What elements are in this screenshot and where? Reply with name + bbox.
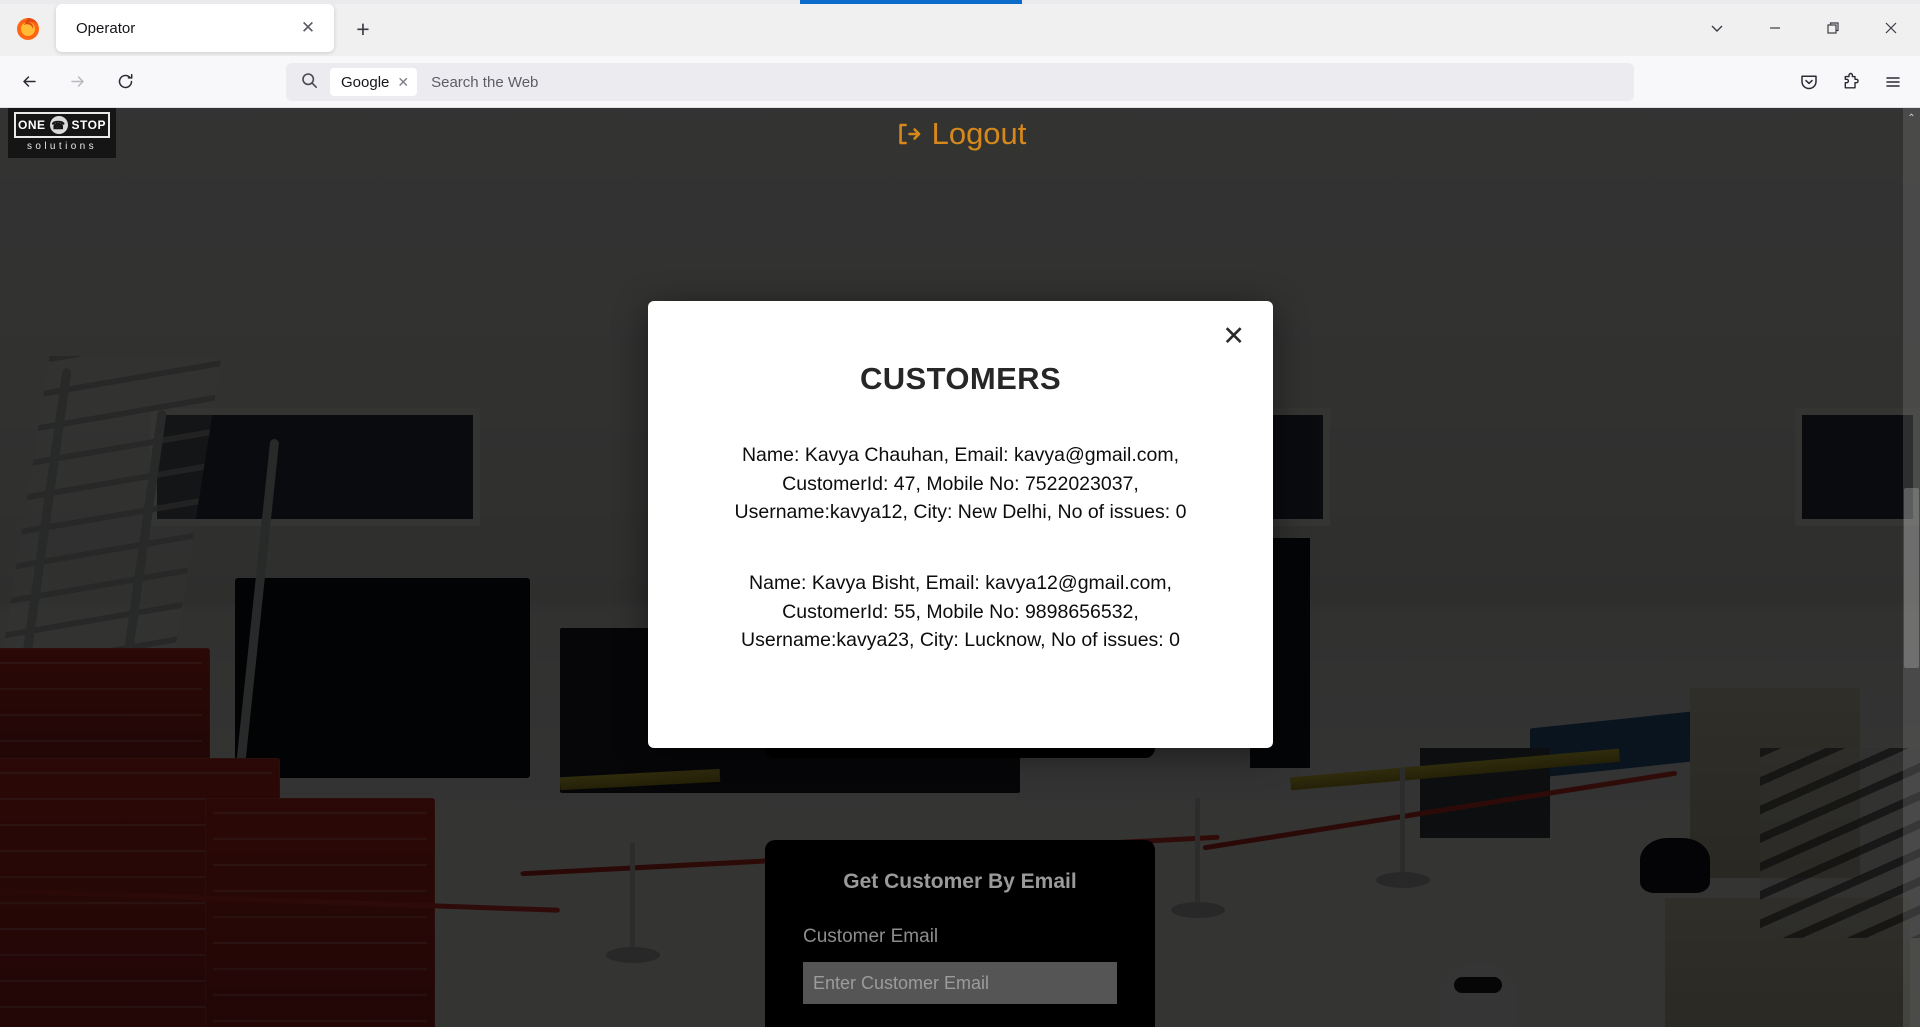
reload-button[interactable] [106, 63, 144, 101]
page-load-progress [0, 0, 1920, 4]
tab-strip: Operator ✕ + [0, 0, 1920, 56]
new-tab-button[interactable]: + [348, 14, 378, 44]
browser-tab-operator[interactable]: Operator ✕ [56, 4, 334, 52]
window-maximize-button[interactable] [1804, 0, 1862, 56]
url-search-bar[interactable]: Google ✕ [286, 63, 1634, 101]
close-icon[interactable]: ✕ [1222, 323, 1245, 350]
customers-modal: ✕ CUSTOMERS Name: Kavya Chauhan, Email: … [648, 301, 1273, 748]
tab-close-icon[interactable]: ✕ [296, 16, 320, 40]
customer-record: Name: Kavya Bisht, Email: kavya12@gmail.… [741, 571, 1180, 652]
search-icon [300, 71, 322, 93]
customer-record-list: Name: Kavya Chauhan, Email: kavya@gmail.… [648, 441, 1273, 655]
progress-bar-fill [800, 0, 1022, 4]
search-engine-remove-icon[interactable]: ✕ [397, 74, 409, 91]
page-viewport: ONE ☎ STOP solutions Logout Get Customer… [0, 108, 1920, 1027]
save-to-pocket-icon[interactable] [1790, 63, 1828, 101]
application-menu-icon[interactable] [1874, 63, 1912, 101]
browser-chrome: Operator ✕ + Google ✕ Search the Web [0, 0, 1920, 108]
modal-overlay: ✕ CUSTOMERS Name: Kavya Chauhan, Email: … [0, 108, 1920, 1027]
tab-title: Operator [76, 19, 136, 37]
toolbar-right-actions [1790, 56, 1912, 108]
window-minimize-button[interactable] [1746, 0, 1804, 56]
customer-record: Name: Kavya Chauhan, Email: kavya@gmail.… [734, 444, 1187, 524]
navigation-toolbar: Google ✕ [0, 56, 1920, 108]
firefox-logo-icon [14, 14, 42, 42]
search-engine-label: Google [341, 73, 390, 91]
window-close-button[interactable] [1862, 0, 1920, 56]
extensions-icon[interactable] [1832, 63, 1870, 101]
search-engine-chip[interactable]: Google ✕ [330, 68, 418, 96]
list-all-tabs-button[interactable] [1688, 0, 1746, 56]
window-controls [1688, 0, 1920, 56]
search-input[interactable] [431, 73, 1624, 91]
forward-button[interactable] [58, 63, 96, 101]
modal-title: CUSTOMERS [859, 361, 1062, 396]
back-button[interactable] [10, 63, 48, 101]
